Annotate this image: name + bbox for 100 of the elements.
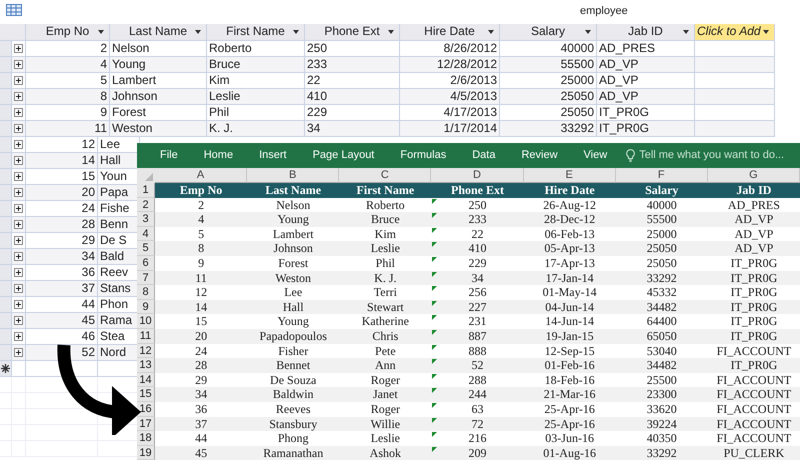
- row-number[interactable]: 15: [137, 387, 155, 402]
- ribbon-tab[interactable]: File: [147, 147, 191, 164]
- column-header[interactable]: Phone Ext: [305, 24, 400, 41]
- expand-icon[interactable]: [14, 268, 23, 277]
- table-cell-text: Reeves: [274, 402, 312, 416]
- table-cell: 19-Jan-15: [524, 328, 616, 344]
- table-cell: 216: [431, 431, 524, 446]
- column-letter[interactable]: E: [524, 168, 616, 183]
- ribbon-tab[interactable]: Data: [459, 147, 508, 164]
- table-cell: Baldwin: [247, 387, 340, 402]
- ribbon-tab[interactable]: Page Layout: [300, 147, 388, 164]
- ribbon-tab[interactable]: View: [570, 147, 620, 164]
- column-header[interactable]: Last Name: [110, 24, 207, 41]
- table-cell-text: IT_PR0G: [730, 256, 778, 271]
- expand-icon[interactable]: [14, 300, 23, 309]
- dropdown-arrow-icon[interactable]: [388, 30, 394, 34]
- table-cell: 34: [305, 121, 400, 137]
- row-number[interactable]: 8: [137, 285, 155, 300]
- table-cell: Rama: [98, 313, 140, 329]
- dropdown-arrow-icon[interactable]: [763, 30, 769, 34]
- table-cell: Willie: [339, 416, 432, 432]
- dropdown-arrow-icon[interactable]: [683, 30, 689, 34]
- table-cell: 34482: [616, 358, 708, 373]
- table-cell-text: Pete: [374, 344, 397, 358]
- dropdown-arrow-icon[interactable]: [293, 30, 299, 34]
- row-number[interactable]: 10: [137, 314, 155, 329]
- row-number[interactable]: 9: [137, 300, 155, 314]
- ribbon-tab[interactable]: Review: [508, 147, 571, 164]
- table-cell: 209: [431, 446, 524, 460]
- tell-me-search[interactable]: Tell me what you want to do...: [639, 147, 784, 164]
- add-column-header[interactable]: Click to Add: [695, 24, 775, 41]
- table-cell-text: 2: [197, 198, 206, 212]
- ribbon-tab[interactable]: Insert: [246, 147, 300, 164]
- row-number[interactable]: 19: [137, 446, 155, 460]
- dropdown-arrow-icon[interactable]: [585, 30, 591, 34]
- row-number[interactable]: 3: [137, 212, 155, 227]
- column-letter[interactable]: B: [247, 168, 340, 183]
- column-letter[interactable]: D: [431, 168, 524, 183]
- column-letter[interactable]: G: [708, 168, 800, 183]
- dropdown-arrow-icon[interactable]: [195, 30, 201, 34]
- table-cell: Bruce: [339, 212, 432, 227]
- table-cell-text: FI_ACCOUNT: [716, 431, 792, 446]
- row-number[interactable]: 5: [137, 241, 155, 256]
- table-cell: AD_VP: [708, 241, 800, 256]
- table-cell: 01-Aug-16: [524, 446, 616, 460]
- dropdown-arrow-icon[interactable]: [98, 30, 104, 34]
- row-number[interactable]: 12: [137, 344, 155, 358]
- table-cell: IT_PR0G: [708, 270, 800, 286]
- table-cell: 11: [26, 121, 110, 137]
- row-number[interactable]: 7: [137, 270, 155, 286]
- row-number[interactable]: 4: [137, 226, 155, 242]
- row-number[interactable]: 13: [137, 358, 155, 373]
- column-header[interactable]: First Name: [207, 24, 305, 41]
- expand-icon[interactable]: [14, 188, 23, 197]
- table-cell: 21-Mar-16: [524, 387, 616, 402]
- expand-icon[interactable]: [14, 172, 23, 181]
- expand-icon[interactable]: [14, 284, 23, 293]
- table-cell-text: 29: [194, 372, 208, 388]
- row-number[interactable]: 17: [137, 416, 155, 432]
- row-number[interactable]: 11: [137, 328, 155, 344]
- expand-icon[interactable]: [14, 348, 23, 357]
- column-letter[interactable]: A: [155, 168, 248, 183]
- expand-icon[interactable]: [14, 124, 23, 133]
- expand-icon[interactable]: [14, 156, 23, 165]
- expand-icon[interactable]: [14, 108, 23, 117]
- row-number[interactable]: 1: [137, 183, 155, 198]
- column-header[interactable]: Salary: [500, 24, 597, 41]
- table-cell-text: Young: [276, 314, 310, 329]
- expand-icon[interactable]: [14, 44, 23, 53]
- expand-icon[interactable]: [14, 60, 23, 69]
- lightbulb-icon: [626, 149, 636, 162]
- row-number[interactable]: 2: [137, 198, 155, 212]
- table-cell: 34: [431, 270, 524, 286]
- expand-icon[interactable]: [14, 76, 23, 85]
- expand-icon[interactable]: [14, 252, 23, 261]
- expand-icon[interactable]: [14, 204, 23, 213]
- expand-icon[interactable]: [14, 316, 23, 325]
- expand-icon[interactable]: [14, 220, 23, 229]
- table-cell-text: 25500: [646, 372, 678, 388]
- column-header[interactable]: Jab ID: [597, 24, 695, 41]
- table-cell-text: 15: [194, 314, 208, 329]
- dropdown-arrow-icon[interactable]: [488, 30, 494, 34]
- expand-icon[interactable]: [14, 92, 23, 101]
- column-letter[interactable]: F: [616, 168, 708, 183]
- header-cell: Phone Ext: [431, 183, 524, 198]
- row-number[interactable]: 14: [137, 372, 155, 388]
- column-letter[interactable]: C: [339, 168, 432, 183]
- column-header[interactable]: Emp No: [26, 24, 110, 41]
- column-header[interactable]: Hire Date: [400, 24, 500, 41]
- expand-icon[interactable]: [14, 140, 23, 149]
- table-cell-text: 25-Apr-16: [543, 402, 596, 416]
- header-cell: Salary: [616, 183, 708, 198]
- ribbon-tab[interactable]: Formulas: [387, 147, 460, 164]
- ribbon-tab[interactable]: Home: [190, 147, 246, 164]
- table-icon: [6, 4, 22, 16]
- row-number[interactable]: 18: [137, 431, 155, 446]
- row-number[interactable]: 6: [137, 256, 155, 271]
- expand-icon[interactable]: [14, 236, 23, 245]
- expand-icon[interactable]: [14, 332, 23, 341]
- table-cell-text: IT_PR0G: [730, 314, 778, 329]
